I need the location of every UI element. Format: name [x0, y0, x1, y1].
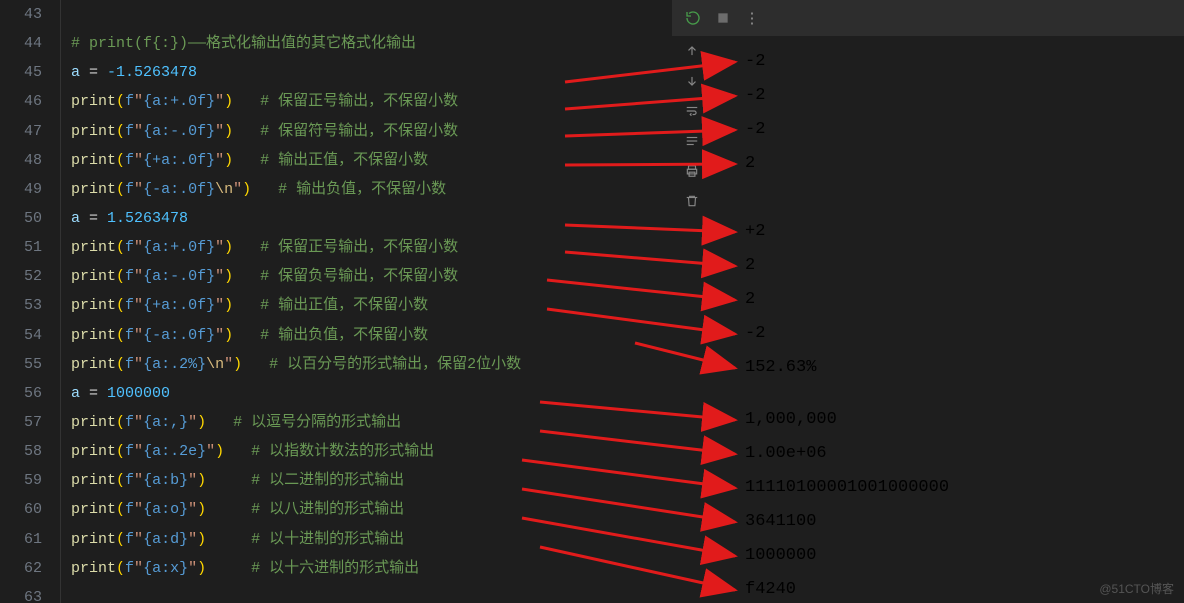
console-output-line: +2 — [745, 222, 765, 241]
line-number: 51 — [0, 233, 60, 262]
editor-gutter: 4344454647484950515253545556575859606162… — [0, 0, 60, 603]
console-output-line: 2 — [745, 256, 755, 275]
code-line[interactable]: print(f"{+a:.0f}") # 输出正值，不保留小数 — [61, 291, 672, 320]
code-line[interactable]: a = 1.5263478 — [61, 204, 672, 233]
line-number: 55 — [0, 350, 60, 379]
console-output-line: 152.63% — [745, 358, 816, 377]
trash-icon[interactable] — [683, 192, 701, 210]
console-output-line: 1,000,000 — [745, 410, 837, 429]
line-number: 52 — [0, 262, 60, 291]
scroll-icon[interactable] — [683, 132, 701, 150]
line-number: 45 — [0, 58, 60, 87]
line-number: 47 — [0, 117, 60, 146]
console-output-line: -2 — [745, 120, 765, 139]
code-line[interactable]: print(f"{a:+.0f}") # 保留正号输出，不保留小数 — [61, 233, 672, 262]
code-line[interactable]: print(f"{a:-.0f}") # 保留负号输出，不保留小数 — [61, 262, 672, 291]
line-number: 61 — [0, 525, 60, 554]
code-line[interactable]: print(f"{-a:.0f}") # 输出负值，不保留小数 — [61, 321, 672, 350]
code-line[interactable] — [61, 583, 672, 603]
line-number: 50 — [0, 204, 60, 233]
line-number: 57 — [0, 408, 60, 437]
console-output-line: 1.00e+06 — [745, 444, 827, 463]
code-line[interactable]: print(f"{a:.2%}\n") # 以百分号的形式输出，保留2位小数 — [61, 350, 672, 379]
console-output-line: 1000000 — [745, 546, 816, 565]
code-line[interactable]: print(f"{a:d}") # 以十进制的形式输出 — [61, 525, 672, 554]
line-number: 44 — [0, 29, 60, 58]
run-side-icons — [672, 42, 712, 210]
line-number: 43 — [0, 0, 60, 29]
run-toolbar: ⋮ — [672, 0, 1184, 36]
console-output-line: 3641100 — [745, 512, 816, 531]
stop-icon[interactable] — [714, 9, 732, 27]
console-output-line: -2 — [745, 324, 765, 343]
print-icon[interactable] — [683, 162, 701, 180]
line-number: 56 — [0, 379, 60, 408]
down-arrow-icon[interactable] — [683, 72, 701, 90]
console-output-line: 2 — [745, 290, 755, 309]
soft-wrap-icon[interactable] — [683, 102, 701, 120]
code-line[interactable]: print(f"{a:x}") # 以十六进制的形式输出 — [61, 554, 672, 583]
line-number: 60 — [0, 495, 60, 524]
line-number: 62 — [0, 554, 60, 583]
console-output-line: 11110100001001000000 — [745, 478, 949, 497]
code-editor-pane: 4344454647484950515253545556575859606162… — [0, 0, 672, 603]
more-icon[interactable]: ⋮ — [744, 9, 762, 27]
line-number: 59 — [0, 466, 60, 495]
editor-code-area[interactable]: # print(f{:})——格式化输出值的其它格式化输出a = -1.5263… — [60, 0, 672, 603]
line-number: 48 — [0, 146, 60, 175]
code-line[interactable]: print(f"{a:o}") # 以八进制的形式输出 — [61, 495, 672, 524]
code-line[interactable] — [61, 0, 672, 29]
code-line[interactable]: print(f"{-a:.0f}\n") # 输出负值，不保留小数 — [61, 175, 672, 204]
console-output-line: 2 — [745, 154, 755, 173]
code-line[interactable]: print(f"{a:b}") # 以二进制的形式输出 — [61, 466, 672, 495]
console-output-line: f4240 — [745, 580, 796, 599]
line-number: 54 — [0, 321, 60, 350]
code-line[interactable]: print(f"{a:-.0f}") # 保留符号输出，不保留小数 — [61, 117, 672, 146]
line-number: 49 — [0, 175, 60, 204]
up-arrow-icon[interactable] — [683, 42, 701, 60]
console-output-line: -2 — [745, 52, 765, 71]
line-number: 46 — [0, 87, 60, 116]
code-line[interactable]: a = 1000000 — [61, 379, 672, 408]
line-number: 53 — [0, 291, 60, 320]
code-line[interactable]: print(f"{a:,}") # 以逗号分隔的形式输出 — [61, 408, 672, 437]
rerun-icon[interactable] — [684, 9, 702, 27]
line-number: 58 — [0, 437, 60, 466]
console-output-line: -2 — [745, 86, 765, 105]
watermark-text: @51CTO博客 — [1099, 580, 1174, 597]
line-number: 63 — [0, 583, 60, 603]
code-line[interactable]: print(f"{a:+.0f}") # 保留正号输出，不保留小数 — [61, 87, 672, 116]
code-line[interactable]: a = -1.5263478 — [61, 58, 672, 87]
code-line[interactable]: # print(f{:})——格式化输出值的其它格式化输出 — [61, 29, 672, 58]
code-line[interactable]: print(f"{+a:.0f}") # 输出正值，不保留小数 — [61, 146, 672, 175]
code-line[interactable]: print(f"{a:.2e}") # 以指数计数法的形式输出 — [61, 437, 672, 466]
